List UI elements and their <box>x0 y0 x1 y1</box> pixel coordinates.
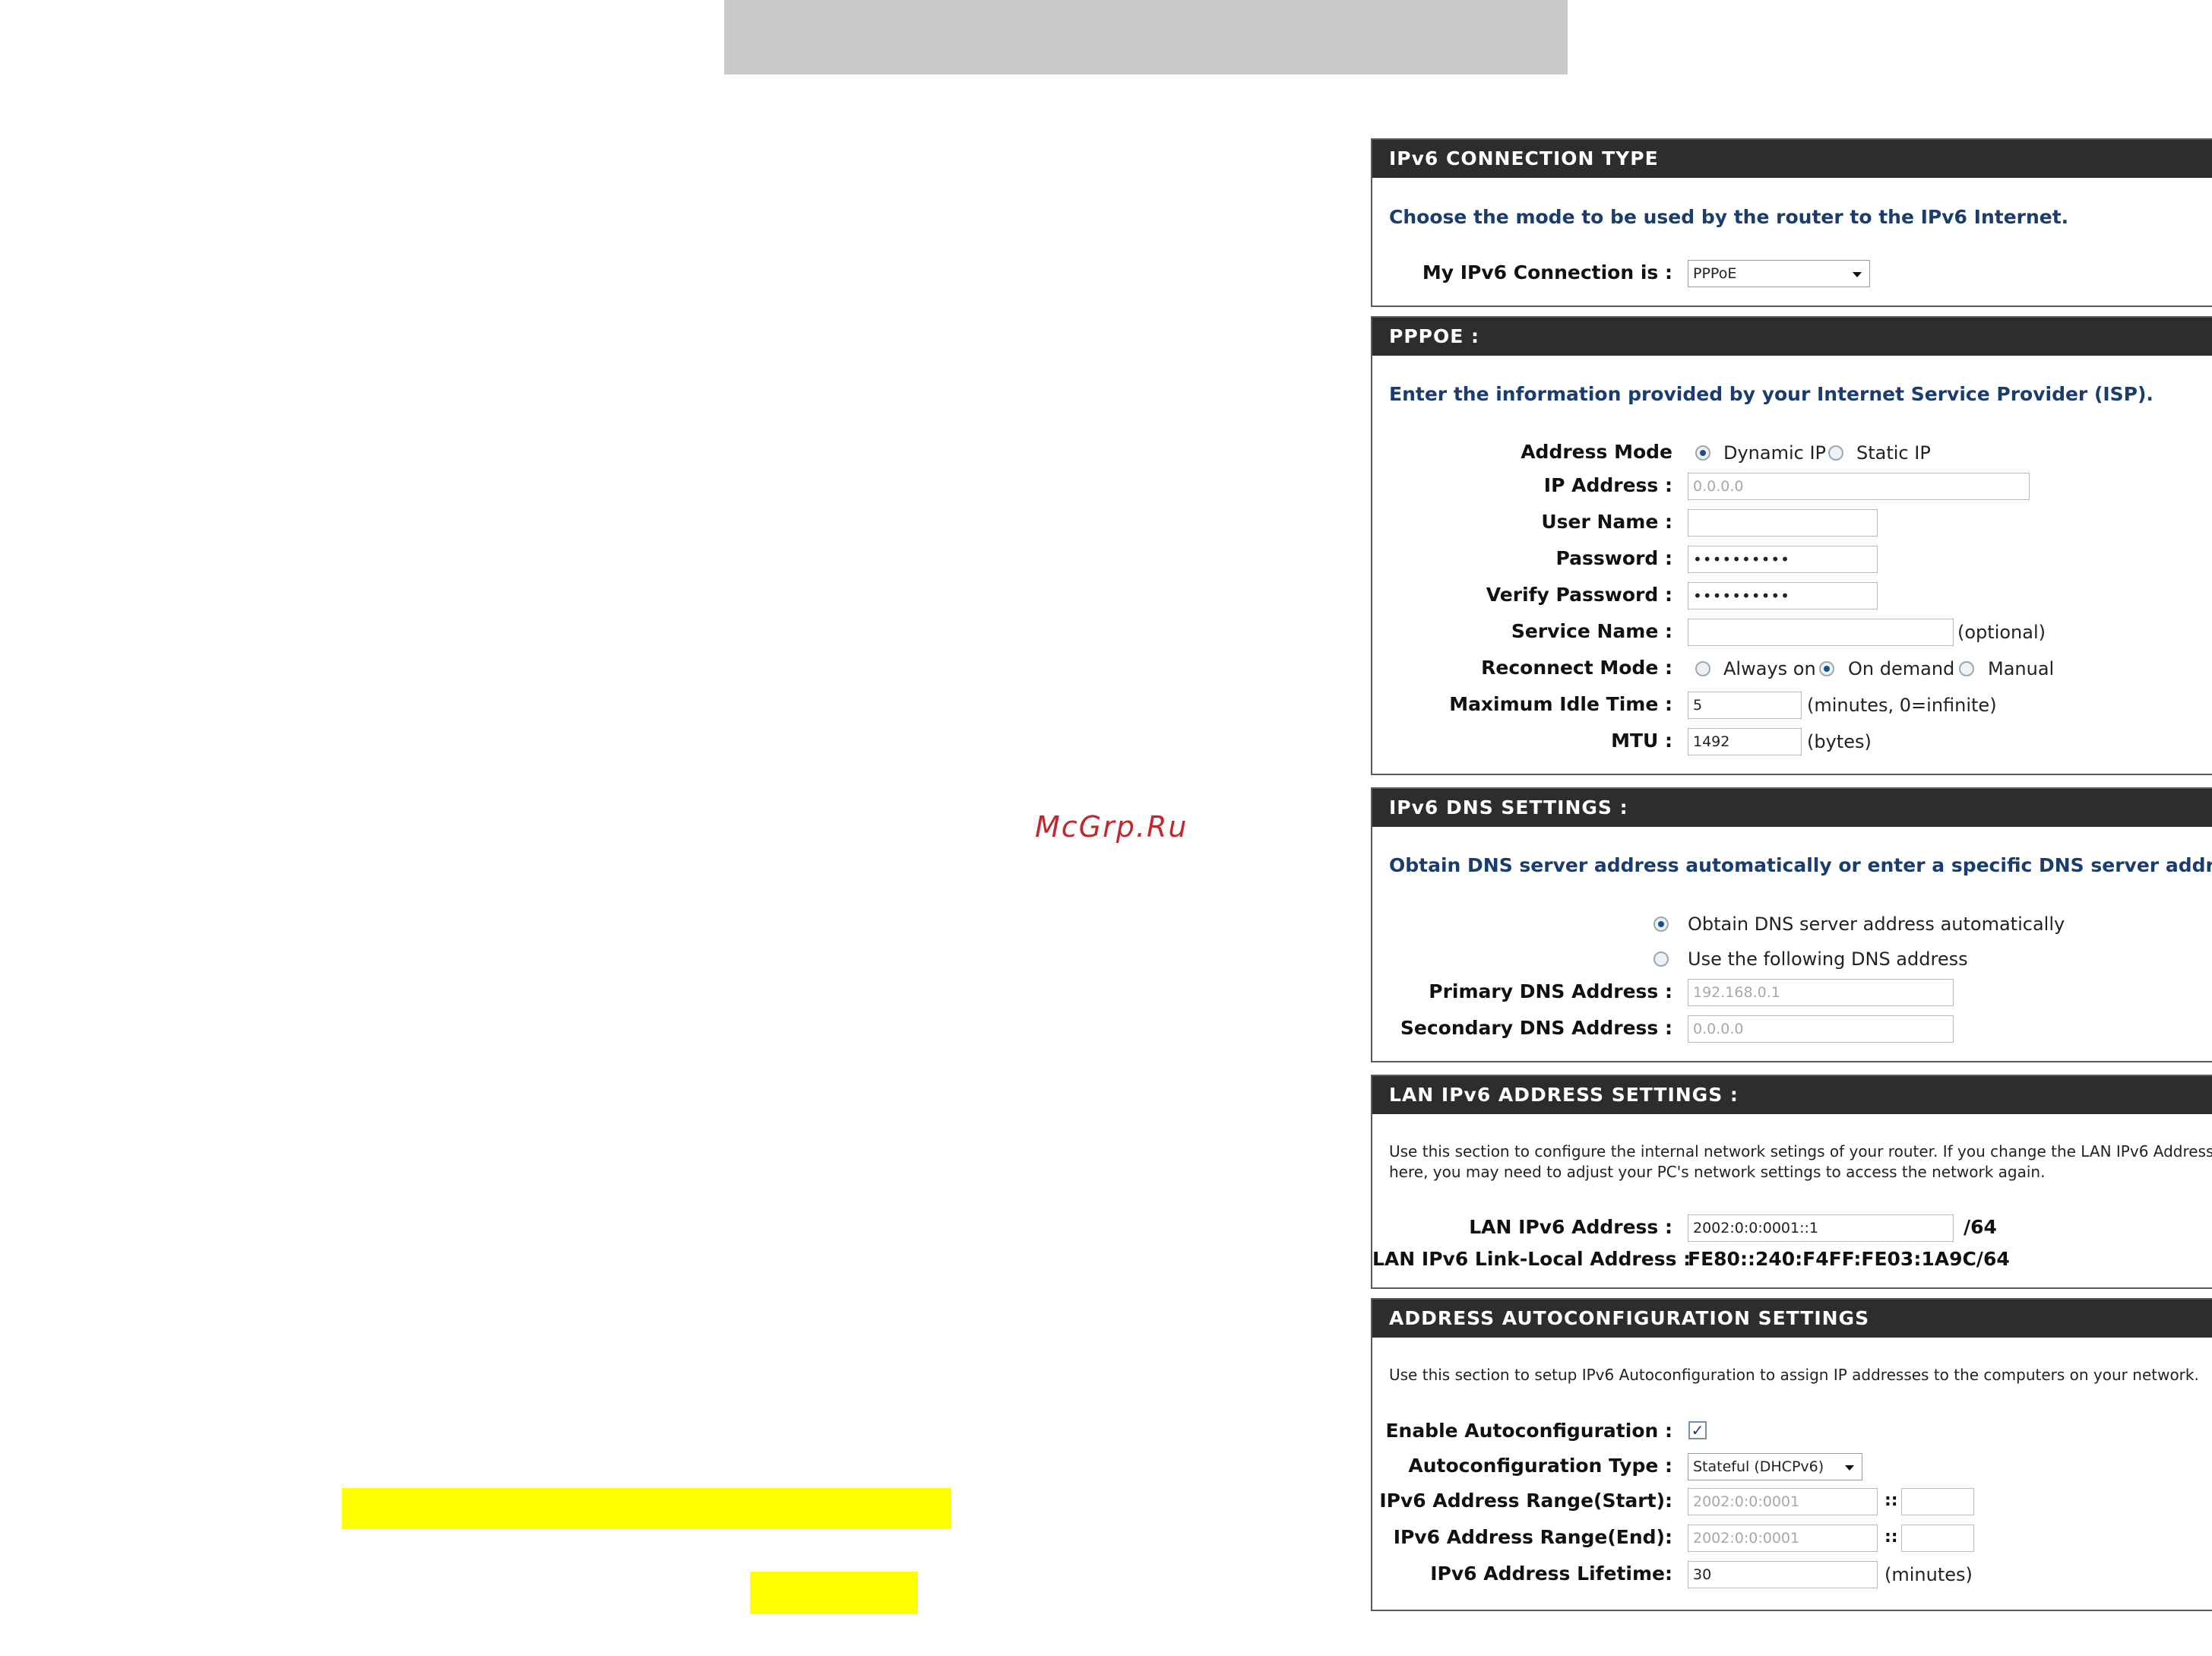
address-lifetime-unit: (minutes) <box>1884 1564 1973 1585</box>
max-idle-time-label: Maximum Idle Time : <box>1449 693 1672 715</box>
panel-note: Use this section to setup IPv6 Autoconfi… <box>1389 1366 2199 1384</box>
watermark-text: McGrp.Ru <box>1035 810 1188 844</box>
pppoe-panel: PPPOE : Enter the information provided b… <box>1371 316 2212 775</box>
address-mode-label: Address Mode <box>1521 441 1672 463</box>
dns-manual-radio[interactable] <box>1653 951 1669 967</box>
dns-auto-label: Obtain DNS server address automatically <box>1688 913 2065 935</box>
max-idle-time-unit: (minutes, 0=infinite) <box>1807 695 1997 716</box>
mtu-label: MTU : <box>1611 730 1672 752</box>
panel-description: Obtain DNS server address automatically … <box>1389 854 2212 876</box>
ip-address-label: IP Address : <box>1543 474 1672 496</box>
static-ip-radio[interactable] <box>1828 445 1843 461</box>
ipv6-connection-type-panel: IPv6 CONNECTION TYPE Choose the mode to … <box>1371 138 2212 307</box>
on-demand-radio[interactable] <box>1819 661 1834 676</box>
lan-ipv6-address-input[interactable]: 2002:0:0:0001::1 <box>1688 1214 1954 1242</box>
password-input[interactable]: •••••••••• <box>1688 546 1878 573</box>
chevron-down-icon <box>1853 272 1862 277</box>
verify-password-label: Verify Password : <box>1486 584 1672 606</box>
my-connection-label: My IPv6 Connection is : <box>1422 261 1672 283</box>
autoconfiguration-type-value: Stateful (DHCPv6) <box>1693 1458 1824 1475</box>
autoconfiguration-type-label: Autoconfiguration Type : <box>1408 1455 1672 1477</box>
dns-manual-label: Use the following DNS address <box>1688 948 1968 970</box>
address-lifetime-label: IPv6 Address Lifetime: <box>1430 1563 1672 1585</box>
panel-header: LAN IPv6 ADDRESS SETTINGS : <box>1372 1076 2212 1114</box>
mtu-unit: (bytes) <box>1807 731 1872 752</box>
static-ip-label: Static IP <box>1856 442 1931 464</box>
range-end-separator: :: <box>1884 1528 1898 1547</box>
mtu-input[interactable]: 1492 <box>1688 728 1802 755</box>
manual-label: Manual <box>1988 658 2055 679</box>
address-autoconfiguration-panel: ADDRESS AUTOCONFIGURATION SETTINGS Use t… <box>1371 1298 2212 1611</box>
ip-address-input[interactable]: 0.0.0.0 <box>1688 473 2030 500</box>
manual-radio[interactable] <box>1959 661 1974 676</box>
panel-note-line2: here, you may need to adjust your PC's n… <box>1389 1163 2046 1181</box>
ipv6-dns-settings-panel: IPv6 DNS SETTINGS : Obtain DNS server ad… <box>1371 787 2212 1062</box>
panel-note-line1: Use this section to configure the intern… <box>1389 1142 2212 1160</box>
primary-dns-label: Primary DNS Address : <box>1429 980 1672 1002</box>
lan-ipv6-address-panel: LAN IPv6 ADDRESS SETTINGS : Use this sec… <box>1371 1075 2212 1289</box>
service-name-label: Service Name : <box>1511 620 1672 642</box>
optional-text: (optional) <box>1957 622 2046 643</box>
autoconfiguration-type-select[interactable]: Stateful (DHCPv6) <box>1688 1453 1862 1480</box>
panel-header: IPv6 DNS SETTINGS : <box>1372 789 2212 827</box>
connection-type-value: PPPoE <box>1693 265 1737 282</box>
always-on-label: Always on <box>1723 658 1816 679</box>
range-end-prefix-input[interactable]: 2002:0:0:0001 <box>1688 1525 1878 1552</box>
on-demand-label: On demand <box>1848 658 1955 679</box>
panel-header: PPPOE : <box>1372 318 2212 356</box>
top-gray-bar <box>724 0 1568 74</box>
range-start-label: IPv6 Address Range(Start): <box>1379 1490 1672 1512</box>
yellow-highlight-1 <box>342 1488 951 1529</box>
address-lifetime-input[interactable]: 30 <box>1688 1561 1878 1588</box>
lan-prefix-text: /64 <box>1964 1216 1997 1238</box>
primary-dns-input[interactable]: 192.168.0.1 <box>1688 979 1954 1006</box>
dns-auto-radio[interactable] <box>1653 917 1669 932</box>
panel-header: ADDRESS AUTOCONFIGURATION SETTINGS <box>1372 1300 2212 1338</box>
range-start-suffix-input[interactable] <box>1901 1488 1974 1515</box>
link-local-value: FE80::240:F4FF:FE03:1A9C/64 <box>1688 1248 2010 1270</box>
secondary-dns-label: Secondary DNS Address : <box>1400 1017 1672 1039</box>
enable-autoconfiguration-label: Enable Autoconfiguration : <box>1385 1420 1672 1442</box>
secondary-dns-input[interactable]: 0.0.0.0 <box>1688 1015 1954 1043</box>
lan-ipv6-address-label: LAN IPv6 Address : <box>1469 1216 1672 1238</box>
service-name-input[interactable] <box>1688 619 1954 646</box>
range-start-separator: :: <box>1884 1491 1898 1510</box>
max-idle-time-input[interactable]: 5 <box>1688 692 1802 719</box>
panel-description: Choose the mode to be used by the router… <box>1389 206 2069 228</box>
range-end-label: IPv6 Address Range(End): <box>1393 1526 1672 1548</box>
user-name-input[interactable] <box>1688 509 1878 537</box>
enable-autoconfiguration-checkbox[interactable]: ✓ <box>1688 1421 1707 1439</box>
link-local-label: LAN IPv6 Link-Local Address : <box>1372 1248 1691 1270</box>
dynamic-ip-label: Dynamic IP <box>1723 442 1827 464</box>
panel-header: IPv6 CONNECTION TYPE <box>1372 140 2212 178</box>
always-on-radio[interactable] <box>1695 661 1710 676</box>
panel-description: Enter the information provided by your I… <box>1389 383 2153 405</box>
dynamic-ip-radio[interactable] <box>1695 445 1710 461</box>
chevron-down-icon <box>1845 1465 1854 1471</box>
user-name-label: User Name : <box>1541 511 1672 533</box>
yellow-highlight-2 <box>750 1572 918 1614</box>
range-start-prefix-input[interactable]: 2002:0:0:0001 <box>1688 1488 1878 1515</box>
password-label: Password : <box>1555 547 1672 569</box>
connection-type-select[interactable]: PPPoE <box>1688 260 1870 287</box>
verify-password-input[interactable]: •••••••••• <box>1688 582 1878 610</box>
reconnect-mode-label: Reconnect Mode : <box>1481 657 1672 679</box>
range-end-suffix-input[interactable] <box>1901 1525 1974 1552</box>
